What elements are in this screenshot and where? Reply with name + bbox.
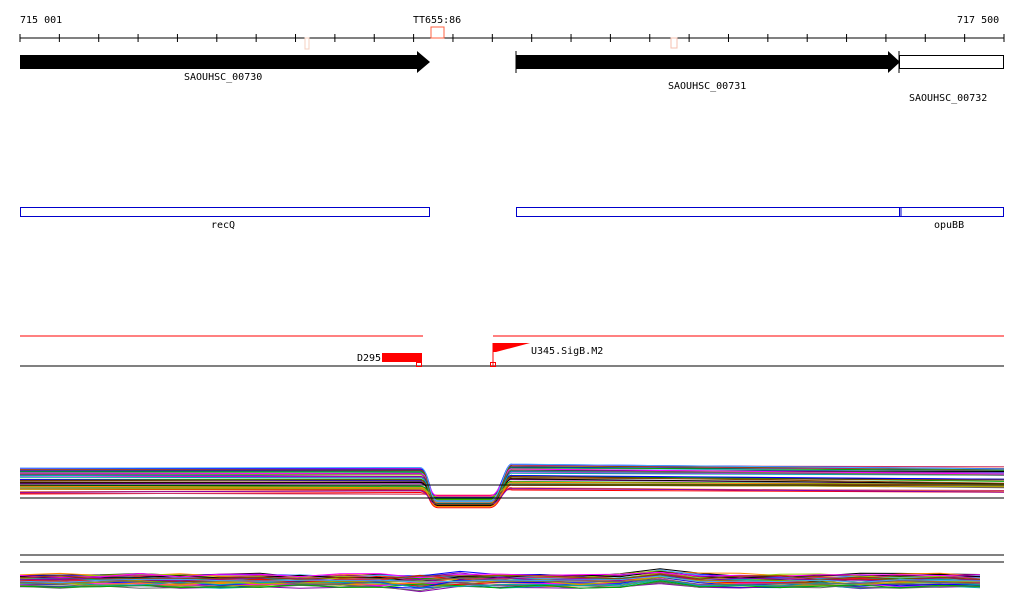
gene-box-saouhsc-00732[interactable] xyxy=(899,55,1004,69)
genome-browser: 715 001 717 500 TT655:86 SAOUHSC_00730 S… xyxy=(19,15,1005,593)
gene-arrow-saouhsc-00730[interactable] xyxy=(20,51,430,73)
gene-label: SAOUHSC_00730 xyxy=(184,72,262,83)
annotation-opubb[interactable] xyxy=(899,207,1004,217)
ruler-end-label: 717 500 xyxy=(957,15,999,26)
tt655-marker[interactable] xyxy=(430,26,445,39)
promoter-label: U345.SigB.M2 xyxy=(531,346,603,357)
minor-marker[interactable] xyxy=(670,37,678,49)
ruler-start-label: 715 001 xyxy=(20,15,62,26)
expression-track-2 xyxy=(19,568,981,593)
minor-marker[interactable] xyxy=(304,37,310,50)
promoter-d295[interactable] xyxy=(382,353,422,362)
promoter-label: D295 xyxy=(357,353,381,364)
gene-label: SAOUHSC_00732 xyxy=(909,93,987,104)
annotation-unnamed[interactable] xyxy=(516,207,900,217)
ruler-marker-label: TT655:86 xyxy=(413,15,461,26)
expression-track-1 xyxy=(19,463,1005,509)
annotation-label: opuBB xyxy=(934,220,964,231)
annotation-recq[interactable] xyxy=(20,207,430,217)
annotation-label: recQ xyxy=(211,220,235,231)
gene-arrow-saouhsc-00731[interactable] xyxy=(516,51,900,73)
promoter-u345-flag[interactable] xyxy=(493,343,530,352)
gene-label: SAOUHSC_00731 xyxy=(668,81,746,92)
